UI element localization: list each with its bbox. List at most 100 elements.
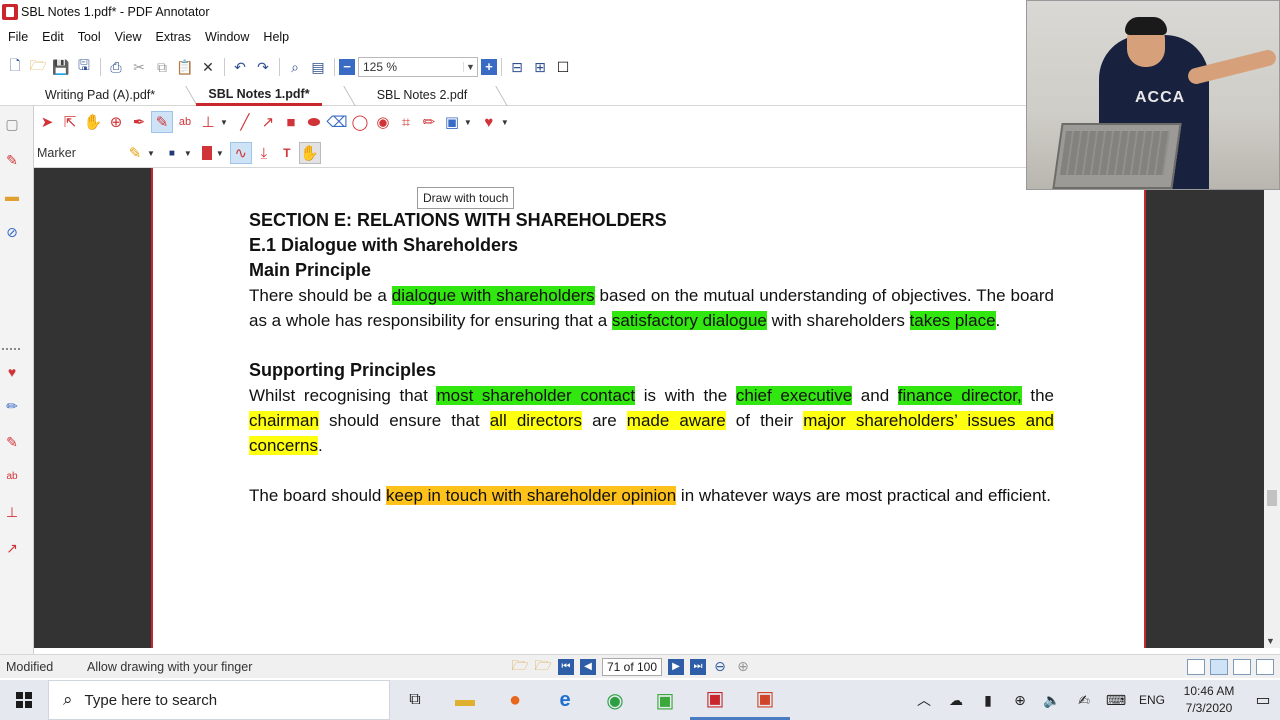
straighten-stroke-icon[interactable]: ⤓	[253, 142, 275, 164]
chevron-down-icon[interactable]: ▼	[147, 149, 155, 158]
highlight-orange[interactable]: keep in touch with shareholder opinion	[386, 486, 677, 505]
input-language[interactable]: ENG	[1132, 693, 1172, 707]
paste-icon[interactable]: 📋	[174, 56, 196, 78]
pdf-page[interactable]: SECTION E: RELATIONS WITH SHAREHOLDERS E…	[151, 168, 1146, 648]
highlight-green[interactable]: takes place	[909, 311, 996, 330]
two-page-continuous-view-icon[interactable]	[1256, 658, 1274, 675]
task-view-icon[interactable]: ⧉	[390, 680, 440, 720]
start-button[interactable]	[0, 680, 48, 720]
image-tool-icon[interactable]: ▣	[441, 111, 463, 133]
print-icon[interactable]: ⎙	[105, 56, 127, 78]
pen-tool-icon[interactable]: ✒	[128, 111, 150, 133]
camtasia-recorder-icon[interactable]: ▣	[740, 680, 790, 720]
file-explorer-icon[interactable]: ▬	[440, 680, 490, 720]
chevron-down-icon[interactable]: ▼	[220, 118, 228, 127]
menu-help[interactable]: Help	[263, 30, 289, 44]
favorites-heart-icon[interactable]: ♥	[4, 364, 20, 380]
undo-icon[interactable]: ↶	[229, 56, 251, 78]
chevron-up-icon[interactable]: ︿	[908, 690, 940, 710]
fit-width-icon[interactable]: ⊞	[529, 56, 551, 78]
lasso-tool-icon[interactable]: ◯	[349, 111, 371, 133]
touch-keyboard-icon[interactable]: ⌨	[1100, 692, 1132, 709]
highlight-yellow[interactable]: all directors	[489, 411, 583, 430]
last-page-icon[interactable]: ⏭	[690, 658, 706, 675]
pencil-icon[interactable]: ✏	[4, 398, 20, 414]
cloud-icon[interactable]: ☁	[940, 692, 972, 709]
tab-sbl-notes-1[interactable]: SBL Notes 1.pdf*	[196, 84, 322, 106]
eraser-tool-icon[interactable]: ⌫	[326, 111, 348, 133]
arrow-tool-icon[interactable]: ↗	[257, 111, 279, 133]
continuous-view-icon[interactable]	[1210, 658, 1228, 675]
battery-icon[interactable]: ▮	[972, 692, 1004, 709]
zoom-out-icon[interactable]: −	[339, 59, 355, 75]
delete-icon[interactable]: ✕	[197, 56, 219, 78]
chevron-down-icon[interactable]: ▼	[184, 149, 192, 158]
zoom-in-icon[interactable]: +	[481, 59, 497, 75]
next-page-icon[interactable]: ▶	[668, 658, 684, 675]
chevron-down-icon[interactable]: ▼	[463, 62, 477, 72]
back-icon[interactable]: ⊖	[709, 656, 731, 678]
marker-tool-icon[interactable]: ✎	[151, 111, 173, 133]
scrollbar-thumb[interactable]	[1267, 490, 1277, 506]
draw-with-touch-icon[interactable]: ✋	[298, 142, 321, 164]
menu-edit[interactable]: Edit	[42, 30, 64, 44]
volume-icon[interactable]: 🔈	[1036, 692, 1068, 709]
fit-page-icon[interactable]: ⊟	[506, 56, 528, 78]
find-icon[interactable]: ⌕	[284, 56, 306, 78]
pen-icon[interactable]: ✎	[4, 152, 20, 168]
folder-forward-icon[interactable]: 🗁	[532, 656, 554, 678]
highlight-search-icon[interactable]: ▤	[307, 56, 329, 78]
taskbar-search[interactable]: ⌕ Type here to search	[48, 680, 390, 720]
chevron-down-icon[interactable]: ▼	[216, 149, 224, 158]
tab-writing-pad[interactable]: Writing Pad (A).pdf*	[20, 84, 180, 106]
page-thumbnail-icon[interactable]: ▢	[4, 116, 20, 132]
stamp-tool-icon[interactable]: ⊥	[197, 111, 219, 133]
single-page-view-icon[interactable]	[1187, 658, 1205, 675]
attachment-icon[interactable]: ⊘	[4, 224, 20, 240]
text-box-style-icon[interactable]: T	[276, 142, 298, 164]
camera-tool-icon[interactable]: ◉	[372, 111, 394, 133]
open-folder-icon[interactable]: 🗁	[27, 56, 49, 78]
new-document-icon[interactable]: 🗋	[4, 56, 26, 78]
stamp-icon[interactable]: ⊥	[4, 504, 20, 520]
system-clock[interactable]: 10:46 AM 7/3/2020	[1172, 683, 1246, 717]
marker-color-icon[interactable]: ✎	[124, 142, 146, 164]
page-number-field[interactable]: 71 of 100	[602, 657, 662, 676]
hand-pan-icon[interactable]: ✋	[82, 111, 104, 133]
highlight-green[interactable]: dialogue with shareholders	[391, 286, 595, 305]
save-icon[interactable]: 💾	[50, 56, 72, 78]
redo-icon[interactable]: ↷	[252, 56, 274, 78]
copy-icon[interactable]: ⧉	[151, 56, 173, 78]
menu-extras[interactable]: Extras	[156, 30, 191, 44]
save-as-icon[interactable]: 🖫	[73, 56, 95, 78]
text-box-icon[interactable]: ab	[4, 468, 20, 484]
menu-file[interactable]: File	[8, 30, 28, 44]
select-text-icon[interactable]: ⇱	[59, 111, 81, 133]
forward-icon[interactable]: ⊕	[732, 656, 754, 678]
notification-center-icon[interactable]: ▭	[1246, 690, 1280, 710]
zoom-tool-icon[interactable]: ⊕	[105, 111, 127, 133]
firefox-icon[interactable]: ●	[490, 680, 540, 720]
network-icon[interactable]: ⊕	[1004, 692, 1036, 709]
zoom-select[interactable]: 125 % ▼	[358, 57, 478, 77]
highlight-green[interactable]: satisfactory dialogue	[611, 311, 767, 330]
crop-tool-icon[interactable]: ⌗	[395, 111, 417, 133]
select-arrow-icon[interactable]: ➤	[36, 111, 58, 133]
marker-icon[interactable]: ✎	[4, 434, 20, 450]
menu-tool[interactable]: Tool	[78, 30, 101, 44]
color-swatch[interactable]	[201, 146, 212, 160]
cut-icon[interactable]: ✂	[128, 56, 150, 78]
chevron-down-icon[interactable]: ▼	[501, 118, 509, 127]
scroll-down-icon[interactable]: ▼	[1266, 636, 1275, 646]
edge-icon[interactable]: e	[540, 680, 590, 720]
arrow-line-icon[interactable]: ↗	[4, 540, 20, 556]
text-tool-icon[interactable]: ab	[174, 111, 196, 133]
first-page-icon[interactable]: ⏮	[558, 658, 574, 675]
chevron-down-icon[interactable]: ▼	[464, 118, 472, 127]
highlight-green[interactable]: most shareholder contact	[436, 386, 636, 405]
line-width-icon[interactable]: ■	[161, 142, 183, 164]
line-tool-icon[interactable]: ╱	[234, 111, 256, 133]
camtasia-icon[interactable]: ▣	[640, 680, 690, 720]
ellipse-tool-icon[interactable]: ⬬	[303, 111, 325, 133]
menu-view[interactable]: View	[115, 30, 142, 44]
